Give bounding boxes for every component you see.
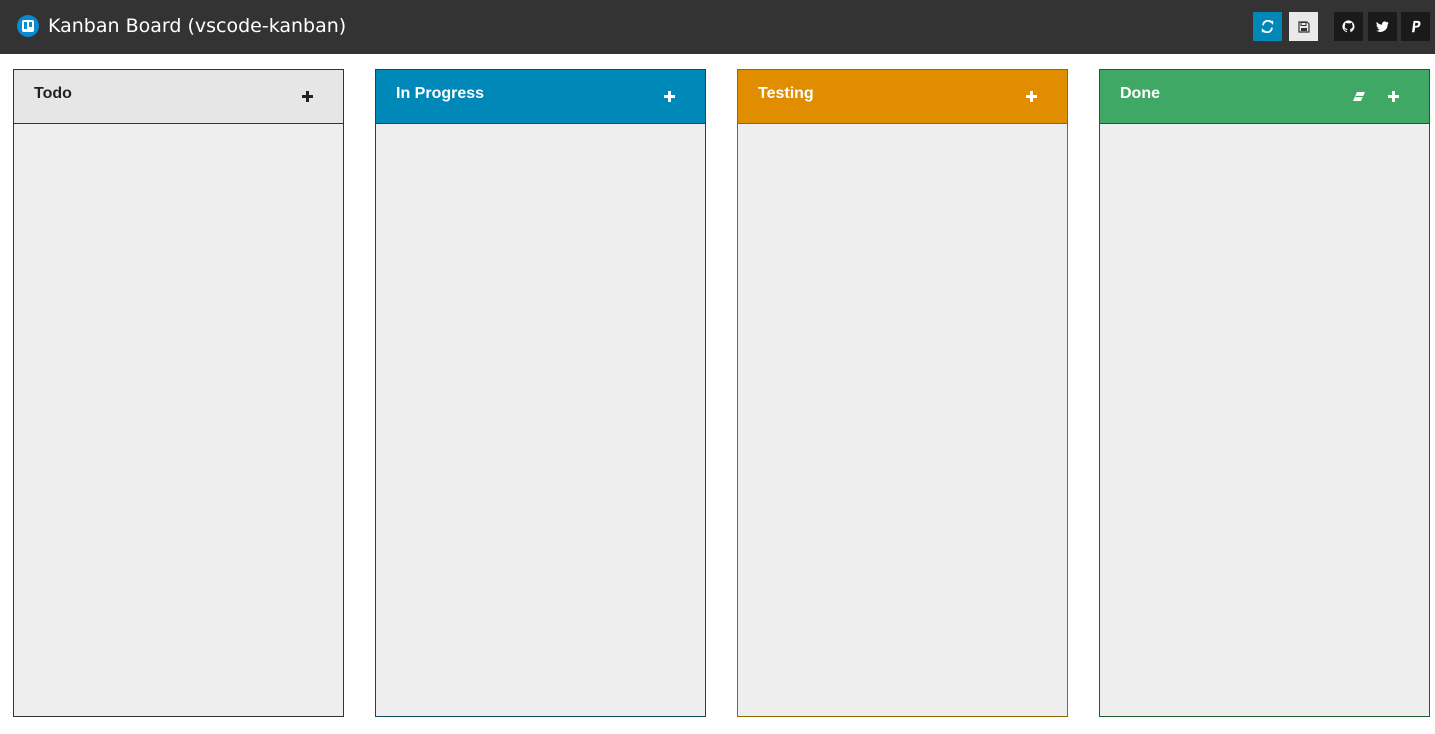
add-card-button[interactable]: [299, 88, 315, 104]
plus-icon: [1387, 90, 1399, 102]
twitter-icon: [1376, 21, 1389, 32]
paypal-icon: [1411, 20, 1421, 33]
column-header: Testing: [738, 70, 1067, 124]
plus-icon: [301, 90, 313, 102]
column-done: Done: [1099, 69, 1430, 717]
column-header: In Progress: [376, 70, 705, 124]
column-card-list[interactable]: [376, 124, 705, 716]
add-card-button[interactable]: [1023, 88, 1039, 104]
column-card-list[interactable]: [14, 124, 343, 716]
column-title: Done: [1120, 85, 1160, 102]
clear-done-button[interactable]: [1351, 88, 1367, 104]
column-testing: Testing: [737, 69, 1068, 717]
column-header: Todo: [14, 70, 343, 124]
trello-icon: [17, 15, 39, 37]
column-card-list[interactable]: [1100, 124, 1429, 716]
column-card-list[interactable]: [738, 124, 1067, 716]
app-title: Kanban Board (vscode-kanban): [48, 15, 347, 37]
column-header: Done: [1100, 70, 1429, 124]
save-button[interactable]: [1289, 12, 1318, 41]
column-todo: Todo: [13, 69, 344, 717]
column-title: In Progress: [396, 85, 485, 102]
top-bar: Kanban Board (vscode-kanban): [0, 0, 1435, 54]
plus-icon: [663, 90, 675, 102]
column-in-progress: In Progress: [375, 69, 706, 717]
plus-icon: [1025, 90, 1037, 102]
github-button[interactable]: [1334, 12, 1363, 41]
column-title: Testing: [758, 85, 814, 102]
twitter-button[interactable]: [1368, 12, 1397, 41]
add-card-button[interactable]: [1385, 88, 1401, 104]
github-icon: [1342, 20, 1355, 33]
column-title: Todo: [34, 85, 72, 102]
save-icon: [1297, 20, 1310, 33]
paypal-button[interactable]: [1401, 12, 1430, 41]
eraser-icon: [1353, 91, 1365, 101]
add-card-button[interactable]: [661, 88, 677, 104]
refresh-button[interactable]: [1253, 12, 1282, 41]
refresh-icon: [1261, 20, 1274, 33]
